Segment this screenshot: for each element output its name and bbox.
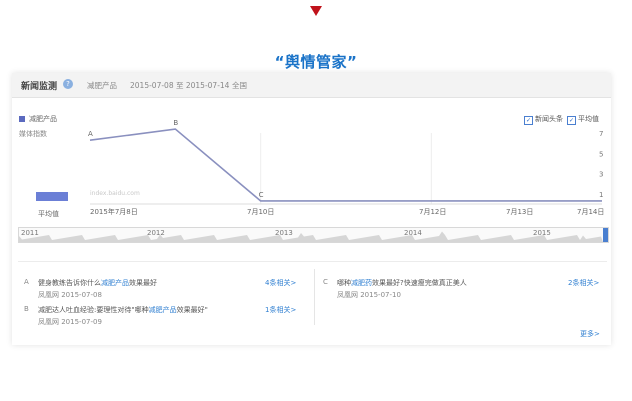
- news-title-text: 减肥达人吐血经验:要理性对待"哪种: [38, 306, 149, 314]
- news-title-text: 哪种: [337, 279, 351, 287]
- point-annotation: A: [88, 130, 93, 138]
- navigator-year: 2012: [147, 229, 165, 237]
- point-annotation: C: [259, 191, 264, 199]
- x-tick-label: 7月12日: [419, 208, 447, 216]
- news-source: 凤凰网 2015-07-10: [337, 291, 401, 299]
- red-down-arrow-icon: [310, 6, 322, 16]
- news-title-text: 效果最好?快速瘦完做真正美人: [372, 279, 467, 287]
- news-keyword: 减肥产品: [101, 279, 129, 287]
- news-marker: C: [323, 278, 328, 286]
- news-title-text: 效果最好: [129, 279, 157, 287]
- line-chart: 7 5 3 1 A B C: [88, 119, 603, 205]
- point-annotation: B: [173, 119, 178, 127]
- series-line: [89, 128, 602, 202]
- average-label: 平均值: [38, 210, 59, 218]
- news-monitor-panel: 新闻监测 ? 减肥产品 2015-07-08 至 2015-07-14 全国 减…: [12, 73, 611, 345]
- navigator-year: 2014: [404, 229, 422, 237]
- x-tick-label: 7月13日: [506, 208, 534, 216]
- navigator-year: 2011: [21, 229, 39, 237]
- page-headline: “舆情管家”: [274, 53, 358, 71]
- timeline-navigator[interactable]: 2011 2012 2013 2014 2015: [18, 227, 609, 243]
- x-tick-label: 7月10日: [247, 208, 275, 216]
- news-title-text: 效果最好": [176, 306, 208, 314]
- x-tick-label: 2015年7月8日: [90, 208, 138, 216]
- news-keyword: 减肥产品: [148, 306, 177, 314]
- y-tick-label: 7: [599, 130, 603, 138]
- navigator-year: 2015: [533, 229, 551, 237]
- news-marker: B: [24, 305, 29, 313]
- news-keyword: 减肥药: [351, 279, 372, 287]
- news-marker: A: [24, 278, 29, 286]
- divider: [18, 261, 607, 262]
- navigator-sparkline: [19, 231, 603, 242]
- y-tick-label: 1: [599, 191, 603, 199]
- navigator-year: 2013: [275, 229, 293, 237]
- news-title[interactable]: 哪种减肥药效果最好?快速瘦完做真正美人: [337, 278, 467, 288]
- news-source: 凤凰网 2015-07-08: [38, 291, 102, 299]
- more-link[interactable]: 更多>: [580, 329, 600, 339]
- news-title[interactable]: 健身教练告诉你什么减肥产品效果最好: [38, 278, 157, 288]
- navigator-handle[interactable]: [603, 228, 608, 242]
- watermark: index.baidu.com: [90, 190, 140, 197]
- y-tick-label: 5: [599, 150, 603, 158]
- related-link[interactable]: 2条相关>: [568, 278, 599, 288]
- x-tick-label: 7月14日: [577, 208, 605, 216]
- related-link[interactable]: 1条相关>: [265, 305, 296, 315]
- news-title[interactable]: 减肥达人吐血经验:要理性对待"哪种减肥产品效果最好": [38, 305, 208, 315]
- y-tick-label: 3: [599, 171, 603, 179]
- column-divider: [314, 269, 315, 325]
- news-source: 凤凰网 2015-07-09: [38, 318, 102, 326]
- news-title-text: 健身教练告诉你什么: [38, 279, 101, 287]
- related-link[interactable]: 4条相关>: [265, 278, 296, 288]
- average-bar: [36, 192, 68, 201]
